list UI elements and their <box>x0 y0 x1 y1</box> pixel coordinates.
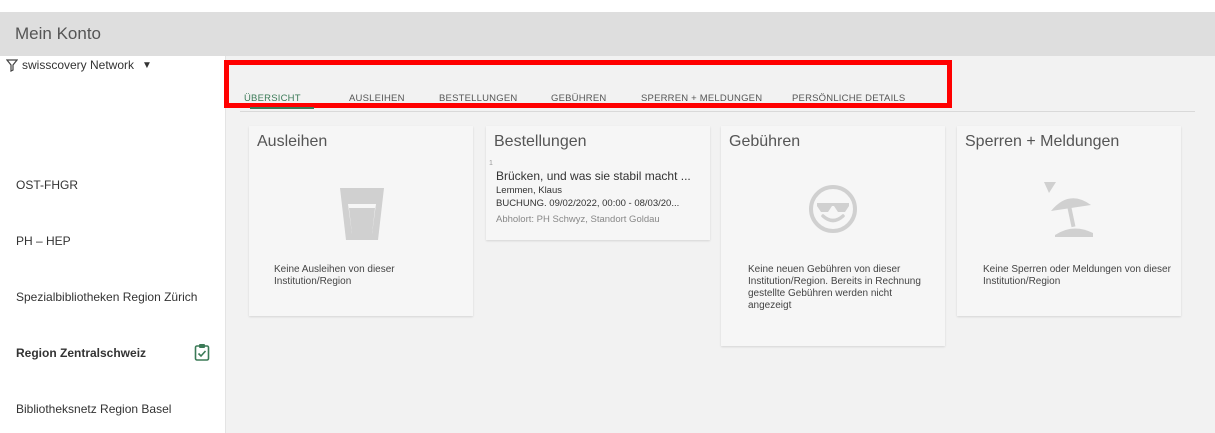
network-filter-label: swisscovery Network <box>22 58 135 72</box>
request-pickup-location: Abholort: PH Schwyz, Standort Goldau <box>496 214 660 225</box>
requests-card[interactable]: Bestellungen 1 Brücken, und was sie stab… <box>486 126 710 240</box>
chevron-down-icon: ▼ <box>142 59 152 71</box>
blocks-empty-message: Keine Sperren oder Meldungen von dieser … <box>983 264 1171 287</box>
blocks-card[interactable]: Sperren + Meldungen Keine Sperren oder M… <box>957 126 1181 316</box>
tab-blocks-messages[interactable]: SPERREN + MELDUNGEN <box>641 93 762 104</box>
tab-loans[interactable]: AUSLEIHEN <box>349 93 405 104</box>
tab-personal-details[interactable]: PERSÖNLICHE DETAILS <box>792 93 905 104</box>
sidebar-item-zentralschweiz[interactable]: Region Zentralschweiz <box>16 346 146 360</box>
fees-card[interactable]: Gebühren Keine neuen Gebühren von dieser… <box>721 126 945 346</box>
clipboard-check-icon <box>194 343 210 366</box>
page-title: Mein Konto <box>15 24 101 43</box>
account-tabs: ÜBERSICHT AUSLEIHEN BESTELLUNGEN GEBÜHRE… <box>224 60 952 109</box>
loans-card[interactable]: Ausleihen Keine Ausleihen von dieser Ins… <box>249 126 473 316</box>
tab-requests[interactable]: BESTELLUNGEN <box>439 93 517 104</box>
sunglasses-smiley-icon <box>809 185 857 233</box>
request-author: Lemmen, Klaus <box>496 185 563 196</box>
glass-icon <box>340 188 384 240</box>
loans-empty-message: Keine Ausleihen von dieser Institution/R… <box>274 264 395 287</box>
requests-card-title: Bestellungen <box>494 133 587 150</box>
request-title[interactable]: Brücken, und was sie stabil macht ... <box>496 169 691 183</box>
network-filter[interactable]: swisscovery Network ▼ <box>6 58 152 72</box>
request-booking-date: BUCHUNG. 09/02/2022, 00:00 - 08/03/20... <box>496 198 680 209</box>
active-tab-indicator <box>250 107 314 109</box>
tab-fees[interactable]: GEBÜHREN <box>551 93 606 104</box>
tab-overview[interactable]: ÜBERSICHT <box>244 93 301 104</box>
blocks-card-title: Sperren + Meldungen <box>965 133 1120 150</box>
account-page: Mein Konto swisscovery Network ▼ OST-FHG… <box>0 0 1215 433</box>
request-index: 1 <box>489 160 493 167</box>
tab-divider <box>240 111 1195 112</box>
sidebar-item-ost-fhgr[interactable]: OST-FHGR <box>16 178 78 192</box>
page-header: Mein Konto <box>0 12 1215 56</box>
fees-empty-message: Keine neuen Gebühren von dieser Institut… <box>748 264 921 311</box>
sidebar-item-basel[interactable]: Bibliotheksnetz Region Basel <box>16 402 171 416</box>
sidebar-item-ph-hep[interactable]: PH – HEP <box>16 234 71 248</box>
beach-umbrella-icon <box>1044 182 1093 237</box>
fees-card-title: Gebühren <box>729 133 801 150</box>
loans-card-title: Ausleihen <box>257 133 328 150</box>
sidebar-item-zurich[interactable]: Spezialbibliotheken Region Zürich <box>16 290 197 304</box>
filter-icon <box>6 58 18 72</box>
